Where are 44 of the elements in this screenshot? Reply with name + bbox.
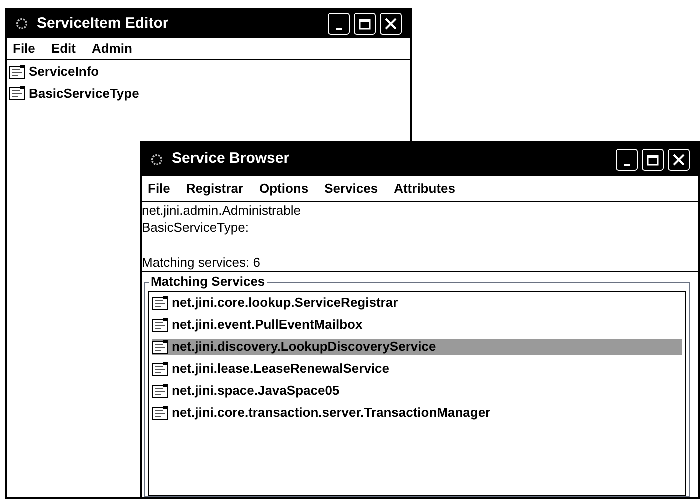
menu-item[interactable]: Registrar: [184, 178, 246, 198]
close-icon: [673, 154, 685, 166]
window-title: ServiceItem Editor: [37, 14, 170, 34]
close-button[interactable]: [668, 148, 690, 170]
menu-item[interactable]: Edit: [49, 38, 78, 58]
document-icon: [152, 406, 168, 420]
tree-item[interactable]: ServiceInfo: [29, 62, 100, 82]
close-button[interactable]: [380, 13, 402, 35]
tree-item[interactable]: BasicServiceType: [29, 84, 140, 103]
document-icon: [152, 340, 168, 354]
document-icon: [152, 296, 168, 310]
menu-item[interactable]: Attributes: [392, 178, 458, 198]
document-icon: [152, 362, 168, 376]
minimize-button[interactable]: [616, 148, 638, 170]
document-icon: [152, 318, 168, 332]
document-icon: [9, 86, 25, 100]
maximize-button[interactable]: [642, 148, 664, 170]
minimize-icon: [336, 28, 342, 30]
menu-item[interactable]: Options: [257, 178, 311, 198]
list-item[interactable]: net.jini.event.PullEventMailbox: [152, 317, 682, 333]
menu-item[interactable]: File: [146, 178, 172, 198]
list-item[interactable]: net.jini.discovery.LookupDiscoveryService: [152, 339, 682, 355]
panel-title: Matching Services: [149, 274, 268, 290]
minimize-button[interactable]: [328, 13, 350, 35]
match-count: Matching services: 6: [142, 254, 260, 271]
close-icon: [385, 18, 397, 30]
maximize-icon: [647, 154, 659, 166]
list-item[interactable]: net.jini.core.transaction.server.TransactionManager: [152, 405, 682, 421]
list-item[interactable]: net.jini.space.JavaSpace05: [152, 383, 682, 399]
menu-item[interactable]: File: [11, 38, 38, 58]
list-item[interactable]: net.jini.lease.LeaseRenewalService: [152, 361, 682, 377]
maximize-button[interactable]: [354, 13, 376, 35]
info-text: BasicServiceType:: [142, 219, 249, 236]
info-text: net.jini.admin.Administrable: [142, 202, 301, 219]
document-icon: [152, 384, 168, 398]
window-icon: [15, 17, 29, 31]
maximize-icon: [359, 19, 371, 30]
list-item[interactable]: net.jini.core.lookup.ServiceRegistrar: [152, 295, 682, 311]
menu-item[interactable]: Services: [322, 178, 380, 198]
window-title: Service Browser: [172, 149, 291, 170]
document-icon: [9, 64, 25, 79]
menu-item[interactable]: Admin: [90, 38, 134, 58]
minimize-icon: [624, 164, 630, 166]
window-icon: [150, 152, 164, 166]
